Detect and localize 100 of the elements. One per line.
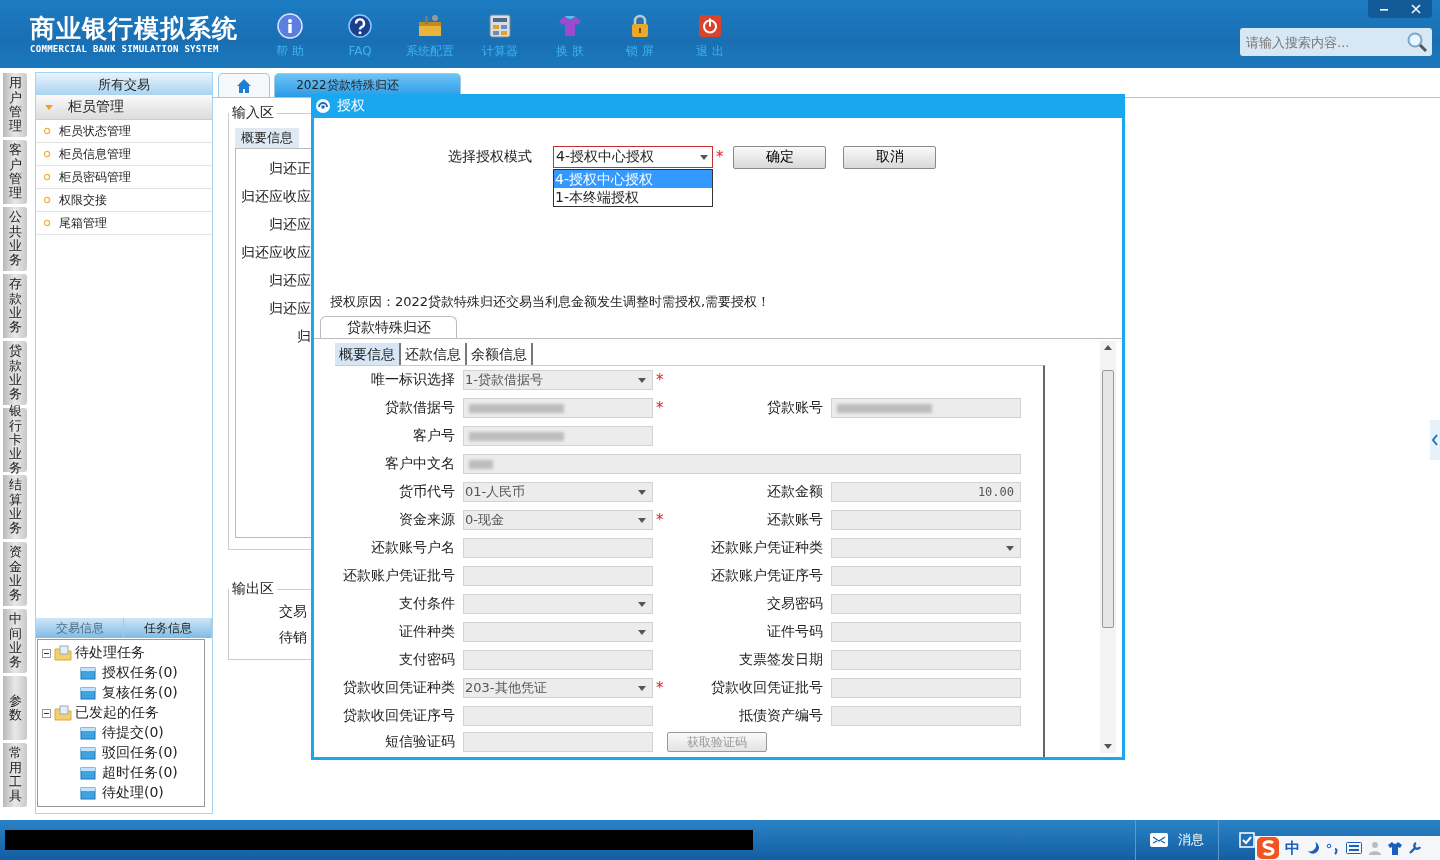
tree-node[interactable]: 待处理任务: [42, 643, 204, 663]
search-field[interactable]: 请输入搜索内容...: [1240, 28, 1432, 56]
field-label: 支付条件: [398, 595, 456, 613]
field-label: 还款账户凭证种类: [710, 539, 824, 557]
toolbox-icon: [417, 12, 443, 39]
required-mark: *: [656, 511, 664, 529]
menu-item[interactable]: 尾箱管理: [36, 212, 212, 235]
folder-icon: [80, 786, 96, 800]
tree-item[interactable]: 待处理(0): [42, 783, 204, 803]
side-tab[interactable]: 常用工具: [3, 743, 27, 807]
scroll-thumb[interactable]: [1102, 370, 1114, 628]
scrollbar[interactable]: [1100, 341, 1116, 753]
shirt-icon[interactable]: [1388, 841, 1402, 855]
field-label: 归还应: [268, 215, 311, 234]
input-field[interactable]: [831, 510, 1021, 530]
side-tab[interactable]: 结算业务: [3, 475, 27, 539]
input-field[interactable]: [463, 732, 653, 752]
field-label: 贷款收回凭证批号: [710, 679, 824, 697]
side-tab[interactable]: 存款业务: [3, 274, 27, 338]
dialog-button[interactable]: 取消: [843, 145, 936, 169]
input-field[interactable]: [831, 650, 1021, 670]
dialog-titlebar: 授权: [311, 94, 1125, 118]
menu-group[interactable]: 柜员管理: [36, 95, 212, 120]
side-tab[interactable]: 公共业务: [3, 207, 27, 271]
menu-item[interactable]: 柜员状态管理: [36, 120, 212, 143]
caret-icon: [638, 489, 646, 495]
select-field[interactable]: [463, 594, 653, 614]
input-field[interactable]: [831, 706, 1021, 726]
dialog-button[interactable]: 确定: [733, 145, 826, 169]
input-field[interactable]: 10.00: [831, 482, 1021, 502]
menu-item[interactable]: 权限交接: [36, 189, 212, 212]
panel-tab[interactable]: 任务信息: [124, 618, 212, 638]
tree-item[interactable]: 授权任务(0): [42, 663, 204, 683]
tree-node[interactable]: 已发起的任务: [42, 703, 204, 723]
select-field[interactable]: 1-贷款借据号: [463, 370, 653, 390]
select-field[interactable]: 203-其他凭证: [463, 678, 653, 698]
select-field[interactable]: [463, 622, 653, 642]
form-tab[interactable]: 贷款特殊归还: [320, 316, 457, 338]
field-label: 还款账户凭证批号: [342, 567, 456, 585]
input-field[interactable]: [463, 538, 653, 558]
sub-tab[interactable]: 概要信息: [335, 343, 401, 365]
menu-item[interactable]: 柜员信息管理: [36, 143, 212, 166]
app-subtitle: COMMERCIAL BANK SIMULATION SYSTEM: [30, 44, 219, 54]
side-tab[interactable]: 中间业务: [3, 609, 27, 673]
input-field[interactable]: [463, 650, 653, 670]
input-field[interactable]: [831, 594, 1021, 614]
calculator-icon: [487, 12, 513, 39]
input-field[interactable]: [463, 566, 653, 586]
status-button[interactable]: 消息: [1135, 820, 1219, 860]
user-icon[interactable]: [1368, 841, 1382, 855]
bullet-icon: [43, 173, 51, 181]
dropdown-option[interactable]: 1-本终端授权: [554, 188, 712, 206]
input-field[interactable]: [463, 454, 1021, 474]
field-label: 归还应收应: [240, 243, 311, 262]
required-mark: *: [716, 148, 724, 166]
tree-item[interactable]: 超时任务(0): [42, 763, 204, 783]
keyboard-icon[interactable]: [1346, 842, 1362, 854]
tree-item[interactable]: 复核任务(0): [42, 683, 204, 703]
wrench-icon[interactable]: [1408, 841, 1422, 855]
input-field[interactable]: [463, 426, 653, 446]
select-field[interactable]: 0-现金: [463, 510, 653, 530]
input-field[interactable]: [831, 622, 1021, 642]
power-icon: [697, 12, 723, 39]
caret-icon: [700, 154, 708, 160]
field-label: 短信验证码: [384, 733, 456, 751]
folder-icon: [80, 766, 96, 780]
ime-mode[interactable]: 中: [1285, 838, 1300, 858]
folder-icon: [80, 686, 96, 700]
side-tab[interactable]: 客户管理: [3, 140, 27, 204]
caret-icon: [638, 601, 646, 607]
search-input[interactable]: 请输入搜索内容...: [1244, 33, 1406, 51]
punctuation-icon[interactable]: [1326, 841, 1340, 855]
moon-icon[interactable]: [1306, 841, 1320, 855]
side-tab[interactable]: 用户管理: [3, 73, 27, 137]
side-tab[interactable]: 资金业务: [3, 542, 27, 606]
input-field[interactable]: [831, 566, 1021, 586]
form-tab[interactable]: 概要信息: [235, 128, 299, 148]
sub-tab[interactable]: 余额信息: [467, 343, 533, 365]
input-field[interactable]: [463, 706, 653, 726]
input-field[interactable]: [831, 398, 1021, 418]
collapse-icon: [42, 708, 51, 718]
field-label: 归还应: [268, 271, 311, 290]
page-tab[interactable]: 2022贷款特殊归还: [274, 73, 461, 97]
input-field[interactable]: [831, 678, 1021, 698]
select-field[interactable]: 01-人民币: [463, 482, 653, 502]
side-tab[interactable]: 贷款业务: [3, 341, 27, 405]
field-label: 还款账号户名: [370, 539, 456, 557]
tree-item[interactable]: 驳回任务(0): [42, 743, 204, 763]
bullet-icon: [43, 196, 51, 204]
menu-item[interactable]: 柜员密码管理: [36, 166, 212, 189]
input-field[interactable]: [463, 398, 653, 418]
select-field[interactable]: [831, 538, 1021, 558]
side-tab[interactable]: 参数: [3, 676, 27, 740]
sub-tab[interactable]: 还款信息: [401, 343, 467, 365]
mode-dropdown[interactable]: 4-授权中心授权: [553, 146, 713, 168]
home-tab[interactable]: [218, 73, 270, 97]
tree-item[interactable]: 待提交(0): [42, 723, 204, 743]
caret-icon: [638, 377, 646, 383]
scroll-down-icon: [1104, 744, 1112, 749]
expand-handle[interactable]: [1430, 420, 1440, 460]
